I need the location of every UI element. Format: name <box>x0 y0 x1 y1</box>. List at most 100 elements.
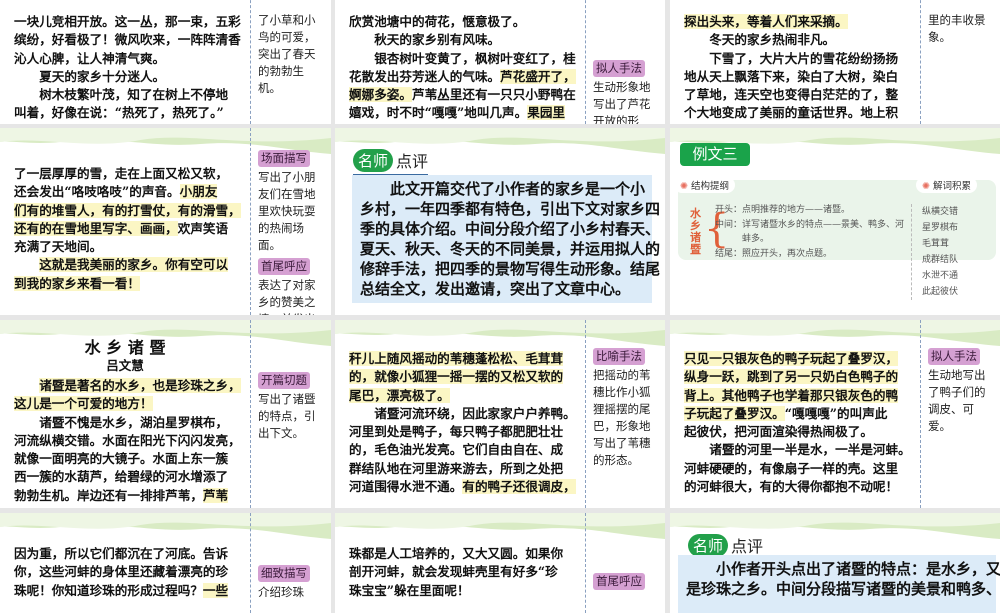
technique-tag: 拟人手法 <box>928 348 980 365</box>
text-segment: 剖开河蚌，就会发现蚌壳里有好多“珍 <box>349 564 558 579</box>
text-line: 尾巴，漂亮极了。 <box>349 387 585 405</box>
text-line: 只见一只银灰色的鸭子玩起了叠罗汉， <box>684 350 920 368</box>
slide-ducks-mussels[interactable]: 只见一只银灰色的鸭子玩起了叠罗汉，纵身一跃，跳到了另一只奶白色鸭子的背上。其他鸭… <box>670 320 1000 508</box>
annotation-text: 把摇动的苇穗比作小狐狸摇摆的尾巴，形象地写出了苇穗的形态。 <box>593 367 661 469</box>
review-line: 修辞手法，把四季的景物写得生动形象。结尾 <box>360 259 644 279</box>
text-line: 缤纷，好看极了！微风吹来，一阵阵清香 <box>14 31 250 49</box>
text-segment: 欢声笑语 <box>178 221 228 236</box>
review-label: 点评 <box>731 533 763 557</box>
highlighted-text: 小朋友 <box>180 184 218 199</box>
text-segment: 起彼伏，把河面渲染得热闹极了。 <box>684 424 873 439</box>
text-line: 诸暨不愧是水乡，湖泊星罗棋布， <box>14 414 250 432</box>
highlighted-text: 这儿是一个可爱的地方！ <box>14 396 153 411</box>
technique-tag: 开篇切题 <box>258 372 310 389</box>
review-label: 点评 <box>396 148 428 172</box>
text-line: 这儿是一个可爱的地方！ <box>14 395 250 413</box>
highlighted-text: 纵身一跃，跳到了另一只奶白色鸭子的 <box>684 369 898 384</box>
text-segment: 嬉戏，时不时“嘎嘎”地叫几声。 <box>349 105 527 120</box>
slide-pearls-end[interactable]: 珠都是人工培养的，又大又圆。如果你剖开河蚌，就会发现蚌壳里有好多“珍珠宝宝”躲在… <box>335 513 665 613</box>
words-label-text: 解词积累 <box>933 181 971 192</box>
text-line: 的，就像小狐狸一摇一摆的又松又软的 <box>349 368 585 386</box>
slide-winter-ending[interactable]: 了一层厚厚的雪，走在上面又松又软，还会发出“咯吱咯吱”的声音。小朋友们有的堆雪人… <box>0 128 331 315</box>
flower-icon: ✺ <box>680 181 688 192</box>
text-line: 花散发出芬芳迷人的气味。芦花盛开了， <box>349 68 585 86</box>
slide-example-three[interactable]: 例文三 ✺结构提纲 ✺解词积累 水乡诸暨 { 开头：点明推荐的地方——诸暨。 中… <box>670 128 1000 315</box>
slide-teacher-review-2[interactable]: 名师 点评 小作者开头点出了诸暨的特点：是水乡，又 是珍珠之乡。中间分段描写诸暨… <box>670 513 1000 613</box>
slide-spring-summer[interactable]: 一块儿竞相开放。这一丛，那一束，五彩缤纷，好看极了！微风吹来，一阵阵清香沁人心脾… <box>0 0 331 124</box>
word-list: 纵横交错星罗棋布 毛茸茸成群结队 水泄不通此起彼伏 <box>911 204 995 300</box>
dashed-divider <box>250 513 251 613</box>
essay-author: 吕文慧 <box>0 355 250 374</box>
slide-teacher-review-1[interactable]: 名师 点评 此文开篇交代了小作者的家乡是一个小 乡村，一年四季都有特色，引出下文… <box>335 128 665 315</box>
slide-autumn[interactable]: 欣赏池塘中的荷花，惬意极了。 秋天的家乡别有风味。 银杏树叶变黄了，枫树叶变红了… <box>335 0 665 124</box>
review-line: 季的具体介绍。中间分段介绍了小乡村春天、 <box>360 219 644 239</box>
review-line: 小作者开头点出了诸暨的特点：是水乡，又 <box>686 559 988 579</box>
text-segment: 就像一面明亮的大镜子。水面上东一簇 <box>14 451 228 466</box>
text-segment: 冬天的家乡热闹非凡。 <box>684 32 835 47</box>
vertical-title: 水乡诸暨 <box>690 208 702 256</box>
essay-text: 欣赏池塘中的荷花，惬意极了。 秋天的家乡别有风味。 银杏树叶变黄了，枫树叶变红了… <box>349 13 585 123</box>
text-line: 下雪了，大片大片的雪花纷纷扬扬 <box>684 50 920 68</box>
text-segment: 了草地，连天空也变得白茫茫的了，整 <box>684 87 898 102</box>
text-segment: 诸暨的河里一半是水，一半是河蚌。 <box>684 442 911 457</box>
slide-essay-title[interactable]: 水 乡 诸 暨吕文慧 诸暨是著名的水乡，也是珍珠之乡，这儿是一个可爱的地方！ 诸… <box>0 320 331 508</box>
technique-tag: 拟人手法 <box>593 60 645 77</box>
text-line: 地从天上飘落下来，染白了大树，染白 <box>684 68 920 86</box>
text-segment: 诸暨河流环绕，因此家家户户养鸭。 <box>349 406 576 421</box>
text-line: 就像一面明亮的大镜子。水面上东一簇 <box>14 450 250 468</box>
text-line: 夏天的家乡十分迷人。 <box>14 68 250 86</box>
highlighted-text: 子玩起了叠罗汉。 <box>684 406 785 421</box>
text-line: 群结队地在河里游来游去，所到之处把 <box>349 460 585 478</box>
annotation: 了小草和小鸟的可爱，突出了春天的勃勃生机。 <box>258 12 326 101</box>
highlighted-text: 婀娜多姿。 <box>349 87 412 102</box>
text-segment: 河蚌硬硬的，有像扇子一样的壳。这里 <box>684 461 898 476</box>
annotation: 拟人手法生动形象地写出了芦花开放的形态。 <box>593 60 661 124</box>
text-line: 子玩起了叠罗汉。“嘎嘎嘎”的叫声此 <box>684 405 920 423</box>
review-line: 是珍珠之乡。中间分段描写诸暨的美景和鸭多、 <box>686 579 988 599</box>
text-segment: 银杏树叶变黄了，枫树叶变红了，桂 <box>349 51 576 66</box>
teacher-badge: 名师 <box>353 149 393 172</box>
text-segment: 花散发出芬芳迷人的气味。 <box>349 69 500 84</box>
example-three-button[interactable]: 例文三 <box>680 143 750 166</box>
dashed-divider <box>250 0 251 124</box>
highlighted-text: 果园里 <box>527 105 565 120</box>
text-line: 冬天的家乡热闹非凡。 <box>684 31 920 49</box>
essay-text: 探出头来，等着人们来采摘。 冬天的家乡热闹非凡。 下雪了，大片大片的雪花纷纷扬扬… <box>684 13 920 123</box>
review-box: 此文开篇交代了小作者的家乡是一个小 乡村，一年四季都有特色，引出下文对家乡四 季… <box>352 175 652 303</box>
text-line: 叫着，好像在说：“热死了，热死了。” <box>14 104 250 122</box>
text-line: 们有的堆雪人，有的打雪仗，有的滑雪， <box>14 202 250 220</box>
annotation-text: 写出了诸暨的特点，引出下文。 <box>258 391 326 442</box>
text-segment: 地从天上飘落下来，染白了大树，染白 <box>684 69 898 84</box>
text-line: 背上。其他鸭子也学着那只银灰色的鸭 <box>684 387 920 405</box>
slide-winter[interactable]: 探出头来，等着人们来采摘。 冬天的家乡热闹非凡。 下雪了，大片大片的雪花纷纷扬扬… <box>670 0 1000 124</box>
highlighted-text: 有的鸭子还很调皮， <box>462 479 575 494</box>
text-line: 欣赏池塘中的荷花，惬意极了。 <box>349 13 585 31</box>
review-line: 此文开篇交代了小作者的家乡是一个小 <box>360 179 644 199</box>
text-segment: 因为重，所以它们都沉在了河底。告诉 <box>14 546 228 561</box>
text-line: 河里到处是鸭子，每只鸭子都肥肥壮壮 <box>349 423 585 441</box>
text-segment: 的河蚌很大，有的大得你都抱不动呢！ <box>684 479 898 494</box>
text-segment: 你，这些河蚌的身体里还藏着漂亮的珍 <box>14 564 228 579</box>
outline-line: 开头：点明推荐的地方——诸暨。 <box>715 202 850 215</box>
essay-text: 了一层厚厚的雪，走在上面又松又软，还会发出“咯吱咯吱”的声音。小朋友们有的堆雪人… <box>14 165 250 293</box>
text-line: 个大地变成了美丽的童话世界。地上积 <box>684 104 920 122</box>
word: 此起彼伏 <box>922 284 964 300</box>
highlighted-text: 背上。其他鸭子也学着那只银灰色的鸭 <box>684 388 898 403</box>
highlighted-text: 芦花盛开了， <box>500 69 576 84</box>
text-line: 珠宝宝”躲在里面呢！ <box>349 582 585 600</box>
teacher-badge: 名师 <box>688 534 728 557</box>
text-line: 婀娜多姿。芦苇丛里还有一只只小野鸭在 <box>349 86 585 104</box>
text-segment: 缤纷，好看极了！微风吹来，一阵阵清香 <box>14 32 241 47</box>
essay-text: 一块儿竞相开放。这一丛，那一束，五彩缤纷，好看极了！微风吹来，一阵阵清香沁人心脾… <box>14 13 250 124</box>
text-line: 诸暨河流环绕，因此家家户户养鸭。 <box>349 405 585 423</box>
dashed-divider <box>250 320 251 508</box>
text-line: 沁人心脾，让人神清气爽。 <box>14 50 250 68</box>
highlighted-text: 探出头来，等着人们来采摘。 <box>684 14 848 29</box>
slide-pearls[interactable]: 因为重，所以它们都沉在了河底。告诉你，这些河蚌的身体里还藏着漂亮的珍珠呢！你知道… <box>0 513 331 613</box>
slide-reeds-ducks[interactable]: 秆儿上随风摇动的苇穗蓬松松、毛茸茸的，就像小狐狸一摇一摆的又松又软的尾巴，漂亮极… <box>335 320 665 508</box>
dashed-divider <box>585 320 586 508</box>
text-line: 勃勃生机。岸边还有一排排芦苇，芦苇 <box>14 487 250 505</box>
dashed-divider <box>920 0 921 124</box>
technique-tag: 首尾呼应 <box>593 573 645 590</box>
highlighted-text: 的，就像小狐狸一摇一摆的又松又软的 <box>349 369 563 384</box>
